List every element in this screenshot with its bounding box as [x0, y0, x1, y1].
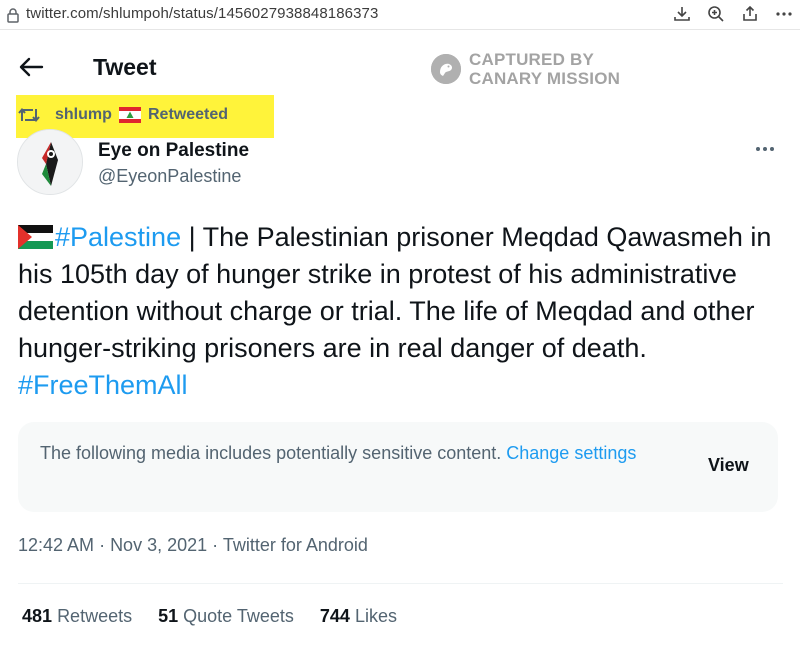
tweet-meta: 12:42 AM · Nov 3, 2021 · Twitter for And… — [18, 535, 368, 556]
retweets-count: 481 — [22, 606, 53, 626]
sensitive-message: The following media includes potentially… — [40, 443, 507, 463]
browser-toolbar-icons — [672, 4, 794, 24]
lebanon-flag-icon — [119, 107, 141, 123]
sensitive-content-text: The following media includes potentially… — [40, 440, 660, 467]
quote-tweets-count: 51 — [158, 606, 179, 626]
author-name[interactable]: Eye on Palestine — [98, 140, 249, 162]
quote-tweets-label: Quote Tweets — [183, 606, 294, 626]
likes-label: Likes — [354, 606, 397, 626]
tweet-stats: 481 Retweets 51 Quote Tweets 744 Likes — [22, 606, 397, 627]
hashtag-palestine[interactable]: #Palestine — [55, 222, 181, 252]
meta-separator: · — [94, 535, 111, 555]
sensitive-content-notice: The following media includes potentially… — [18, 422, 778, 512]
change-settings-link[interactable]: Change settings — [506, 443, 636, 463]
watermark-text: CAPTURED BY CANARY MISSION — [469, 50, 620, 88]
watermark-logo-icon — [431, 54, 461, 84]
zoom-icon[interactable] — [706, 4, 726, 24]
more-icon[interactable] — [774, 4, 794, 24]
quote-tweets-stat[interactable]: 51 Quote Tweets — [158, 606, 294, 627]
tweet-source[interactable]: Twitter for Android — [223, 535, 368, 555]
tweet-time[interactable]: 12:42 AM — [18, 535, 94, 555]
meta-separator: · — [207, 535, 223, 555]
page-title: Tweet — [93, 54, 157, 80]
watermark: CAPTURED BY CANARY MISSION — [431, 50, 620, 88]
retweeted-label: Retweeted — [148, 106, 229, 123]
view-button[interactable]: View — [708, 455, 749, 476]
watermark-line-2: CANARY MISSION — [469, 69, 621, 88]
author-handle[interactable]: @EyeonPalestine — [98, 166, 241, 187]
download-icon[interactable] — [672, 4, 692, 24]
retweets-label: Retweets — [57, 606, 133, 626]
retweets-stat[interactable]: 481 Retweets — [22, 606, 132, 627]
more-options-icon[interactable] — [753, 140, 777, 158]
share-icon[interactable] — [740, 4, 760, 24]
likes-count: 744 — [319, 606, 350, 626]
hashtag-freethemall[interactable]: #FreeThemAll — [18, 370, 188, 400]
likes-stat[interactable]: 744 Likes — [320, 606, 397, 627]
divider — [18, 583, 783, 584]
palestine-flag-icon — [18, 222, 53, 249]
address-url[interactable]: twitter.com/shlumpoh/status/145602793884… — [26, 5, 378, 22]
retweet-icon — [18, 106, 40, 124]
back-arrow-icon[interactable] — [18, 56, 44, 78]
avatar[interactable] — [17, 129, 83, 195]
tweet-text: #Palestine | The Palestinian prisoner Me… — [18, 219, 783, 404]
browser-address-bar: twitter.com/shlumpoh/status/145602793884… — [0, 0, 800, 30]
watermark-line-1: CAPTURED BY — [469, 50, 594, 69]
lock-icon[interactable] — [6, 7, 20, 23]
tweet-date[interactable]: Nov 3, 2021 — [110, 535, 207, 555]
retweeter-name[interactable]: shlump — [55, 106, 112, 124]
